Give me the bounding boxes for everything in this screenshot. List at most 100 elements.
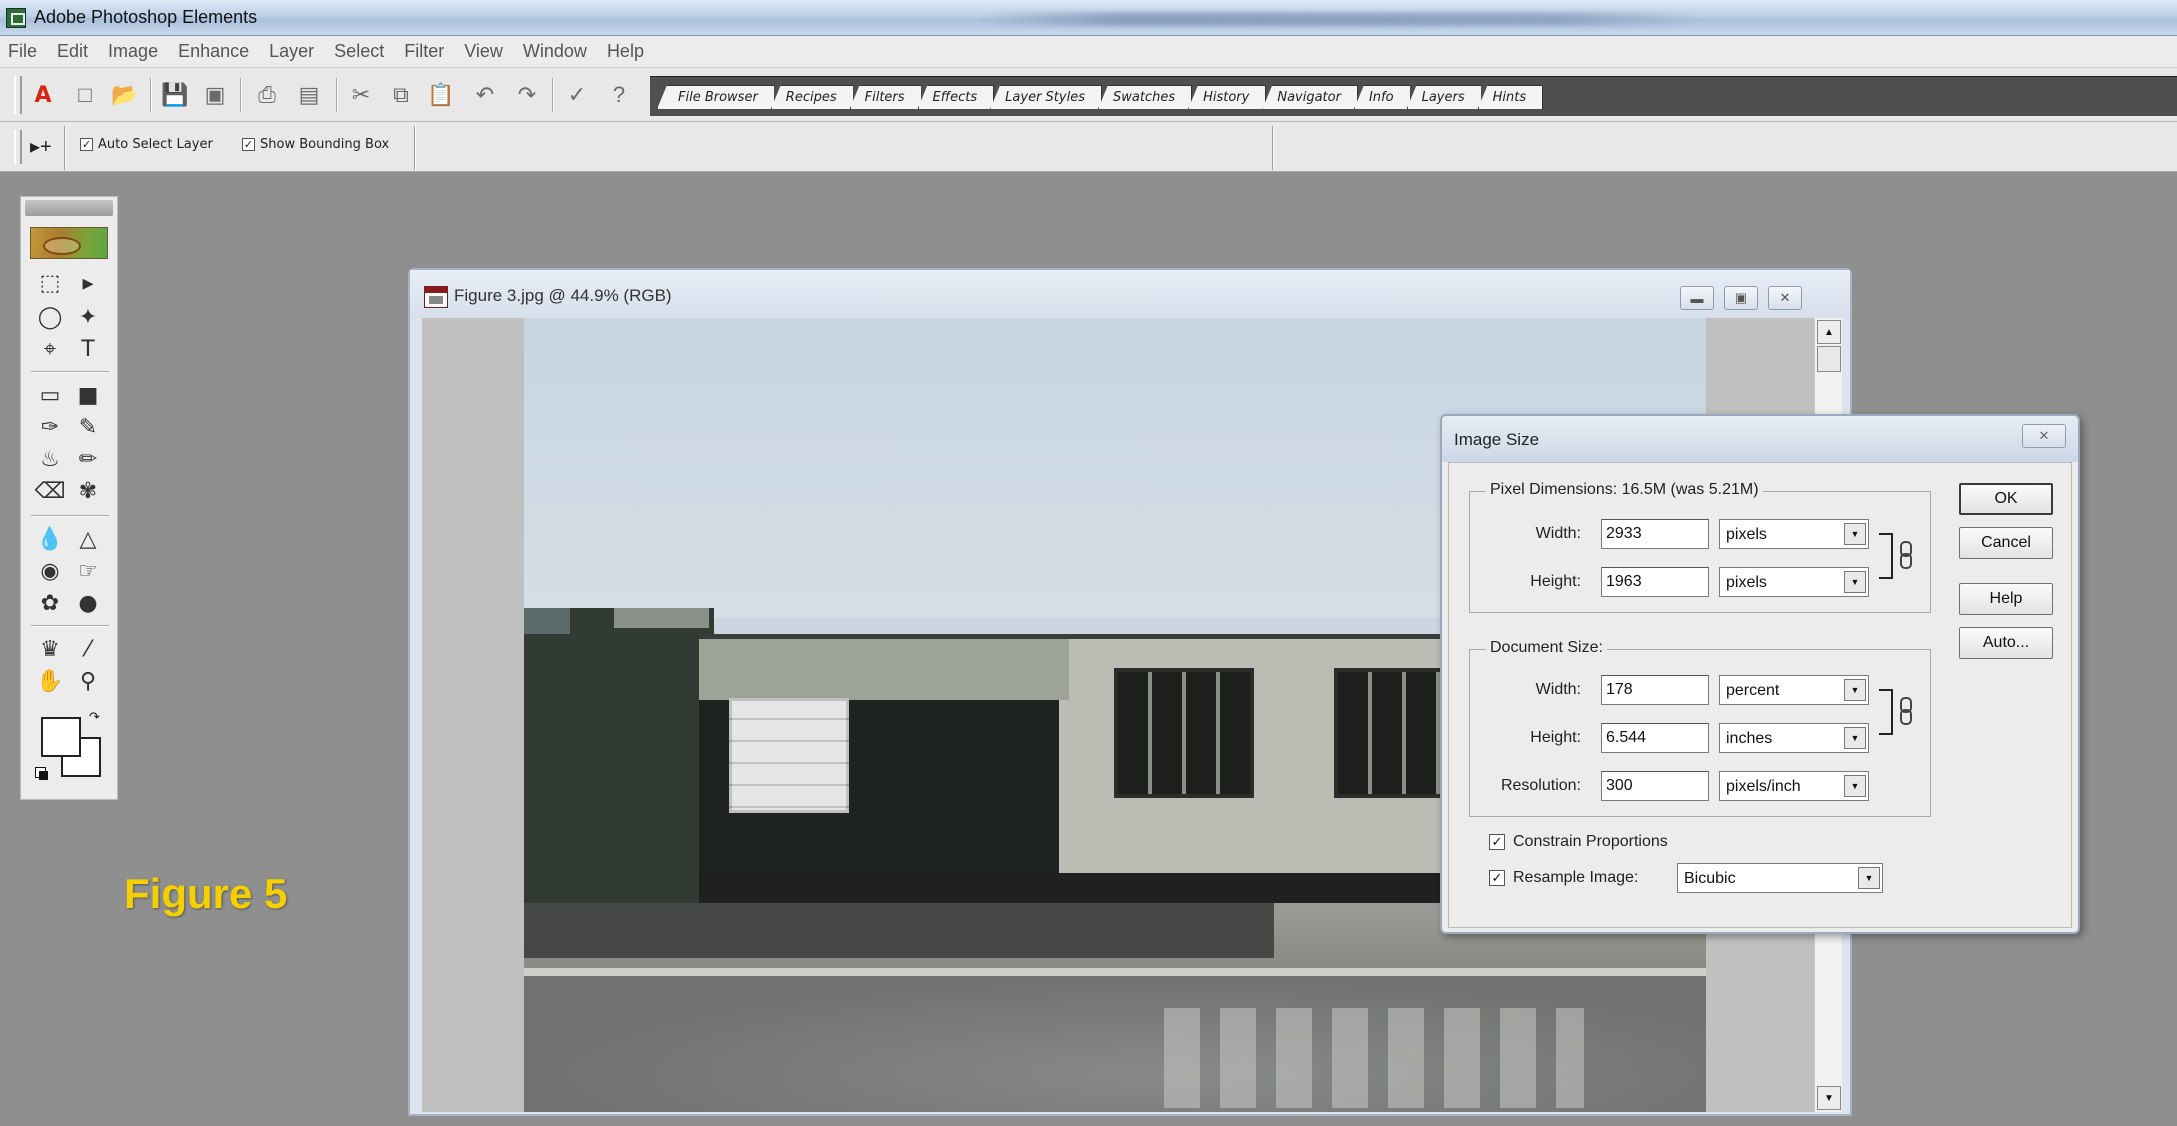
- close-icon[interactable]: ✕: [1768, 286, 1802, 310]
- shape-tool-icon[interactable]: ▭: [35, 381, 65, 409]
- eyedropper-tool-icon[interactable]: ⁄: [73, 635, 103, 663]
- brush-tool-icon[interactable]: ✑: [35, 413, 65, 441]
- menu-filter[interactable]: Filter: [404, 41, 444, 62]
- crop-tool-icon[interactable]: ⌖: [35, 335, 65, 363]
- tab-navigator[interactable]: Navigator: [1262, 85, 1358, 109]
- print-icon[interactable]: ⎙: [252, 80, 282, 110]
- pixel-width-input[interactable]: 2933: [1601, 519, 1709, 549]
- resample-image-option[interactable]: ✓ Resample Image:: [1489, 869, 1638, 887]
- open-folder-icon[interactable]: 📂: [110, 80, 140, 110]
- cancel-button[interactable]: Cancel: [1959, 527, 2053, 559]
- marquee-tool-icon[interactable]: ⬚: [35, 269, 65, 297]
- minimize-icon[interactable]: ▬: [1680, 286, 1714, 310]
- constrain-proportions-option[interactable]: ✓ Constrain Proportions: [1489, 833, 1668, 851]
- auto-select-layer-option[interactable]: ✓ Auto Select Layer: [80, 137, 213, 152]
- pencil-tool-icon[interactable]: ✏: [73, 445, 103, 473]
- clone-stamp-tool-icon[interactable]: ♛: [35, 635, 65, 663]
- paint-bucket-tool-icon[interactable]: ♨: [35, 445, 65, 473]
- chevron-down-icon[interactable]: ▼: [1844, 679, 1866, 701]
- show-bounding-box-option[interactable]: ✓ Show Bounding Box: [242, 137, 389, 152]
- hand-tool-icon[interactable]: ✋: [35, 667, 65, 695]
- paste-icon[interactable]: 📋: [426, 80, 456, 110]
- gradient-tool-icon[interactable]: ■: [73, 381, 103, 409]
- help-icon[interactable]: ?: [604, 80, 634, 110]
- menu-layer[interactable]: Layer: [269, 41, 314, 62]
- copy-icon[interactable]: ⧉: [386, 80, 416, 110]
- options-grip[interactable]: [14, 130, 22, 164]
- default-colors-icon[interactable]: [35, 767, 49, 781]
- move-tool-icon[interactable]: ▸: [73, 269, 103, 297]
- tab-recipes[interactable]: Recipes: [770, 85, 854, 109]
- burn-tool-icon[interactable]: ●: [73, 589, 103, 617]
- ok-button[interactable]: OK: [1959, 483, 2053, 515]
- menu-edit[interactable]: Edit: [57, 41, 88, 62]
- menu-view[interactable]: View: [464, 41, 503, 62]
- menu-window[interactable]: Window: [523, 41, 587, 62]
- doc-height-input[interactable]: 6.544: [1601, 723, 1709, 753]
- adobe-logo-icon[interactable]: A: [28, 80, 58, 110]
- sharpen-tool-icon[interactable]: △: [73, 525, 103, 553]
- print-preview-icon[interactable]: ▤: [294, 80, 324, 110]
- redo-icon[interactable]: ↷: [512, 80, 542, 110]
- menu-select[interactable]: Select: [334, 41, 384, 62]
- red-eye-tool-icon[interactable]: ✿: [35, 589, 65, 617]
- smudge-tool-icon[interactable]: ☞: [73, 557, 103, 585]
- elements-eye-logo[interactable]: [30, 227, 108, 259]
- menu-help[interactable]: Help: [607, 41, 644, 62]
- magic-wand-tool-icon[interactable]: ✦: [73, 303, 103, 331]
- step-backward-icon[interactable]: ✓: [562, 80, 592, 110]
- pixel-height-input[interactable]: 1963: [1601, 567, 1709, 597]
- auto-button[interactable]: Auto...: [1959, 627, 2053, 659]
- constrain-proportions-checkbox[interactable]: ✓: [1489, 834, 1505, 850]
- document-title-bar[interactable]: Figure 3.jpg @ 44.9% (RGB) ▬ ▣ ✕: [410, 270, 1850, 318]
- tab-filters[interactable]: Filters: [849, 85, 922, 109]
- tab-history[interactable]: History: [1188, 85, 1267, 109]
- close-icon[interactable]: ✕: [2022, 424, 2066, 448]
- impressionist-brush-icon[interactable]: ✾: [73, 477, 103, 505]
- toolbox-header[interactable]: [25, 200, 113, 216]
- doc-width-input[interactable]: 178: [1601, 675, 1709, 705]
- menu-image[interactable]: Image: [108, 41, 158, 62]
- tab-layer-styles[interactable]: Layer Styles: [990, 85, 1102, 109]
- eraser-tool-icon[interactable]: ⌫: [34, 477, 65, 505]
- maximize-icon[interactable]: ▣: [1724, 286, 1758, 310]
- tab-effects[interactable]: Effects: [917, 85, 995, 109]
- scroll-thumb[interactable]: [1817, 346, 1841, 372]
- resolution-input[interactable]: 300: [1601, 771, 1709, 801]
- tab-layers[interactable]: Layers: [1406, 85, 1482, 109]
- menu-file[interactable]: File: [8, 41, 37, 62]
- save-web-icon[interactable]: ▣: [200, 80, 230, 110]
- tab-file-browser[interactable]: File Browser: [657, 85, 775, 109]
- tab-hints[interactable]: Hints: [1477, 85, 1544, 109]
- help-button[interactable]: Help: [1959, 583, 2053, 615]
- tab-info[interactable]: Info: [1353, 85, 1411, 109]
- auto-select-checkbox[interactable]: ✓: [80, 138, 93, 151]
- chevron-down-icon[interactable]: ▼: [1844, 571, 1866, 593]
- resample-image-checkbox[interactable]: ✓: [1489, 870, 1505, 886]
- foreground-color-swatch[interactable]: [41, 717, 81, 757]
- chevron-down-icon[interactable]: ▼: [1844, 727, 1866, 749]
- pixel-height-unit-select[interactable]: pixels ▼: [1719, 567, 1869, 597]
- type-tool-icon[interactable]: T: [73, 335, 103, 363]
- menu-enhance[interactable]: Enhance: [178, 41, 249, 62]
- pixel-width-unit-select[interactable]: pixels ▼: [1719, 519, 1869, 549]
- new-file-icon[interactable]: □: [70, 80, 100, 110]
- zoom-tool-icon[interactable]: ⚲: [73, 667, 103, 695]
- lasso-tool-icon[interactable]: ◯: [35, 303, 65, 331]
- sponge-tool-icon[interactable]: ◉: [35, 557, 65, 585]
- blur-tool-icon[interactable]: 💧: [35, 525, 65, 553]
- pencil-brush-tool-icon[interactable]: ✎: [73, 413, 103, 441]
- scroll-up-icon[interactable]: ▲: [1817, 320, 1841, 344]
- swap-colors-icon[interactable]: ↷: [89, 709, 100, 725]
- cut-icon[interactable]: ✂: [346, 80, 376, 110]
- dialog-title-bar[interactable]: Image Size ✕: [1442, 416, 2078, 462]
- doc-height-unit-select[interactable]: inches ▼: [1719, 723, 1869, 753]
- chevron-down-icon[interactable]: ▼: [1858, 867, 1880, 889]
- resolution-unit-select[interactable]: pixels/inch ▼: [1719, 771, 1869, 801]
- chevron-down-icon[interactable]: ▼: [1844, 775, 1866, 797]
- chevron-down-icon[interactable]: ▼: [1844, 523, 1866, 545]
- undo-icon[interactable]: ↶: [470, 80, 500, 110]
- toolbar-grip[interactable]: [14, 76, 22, 114]
- save-icon[interactable]: 💾: [160, 80, 190, 110]
- resample-method-select[interactable]: Bicubic ▼: [1677, 863, 1883, 893]
